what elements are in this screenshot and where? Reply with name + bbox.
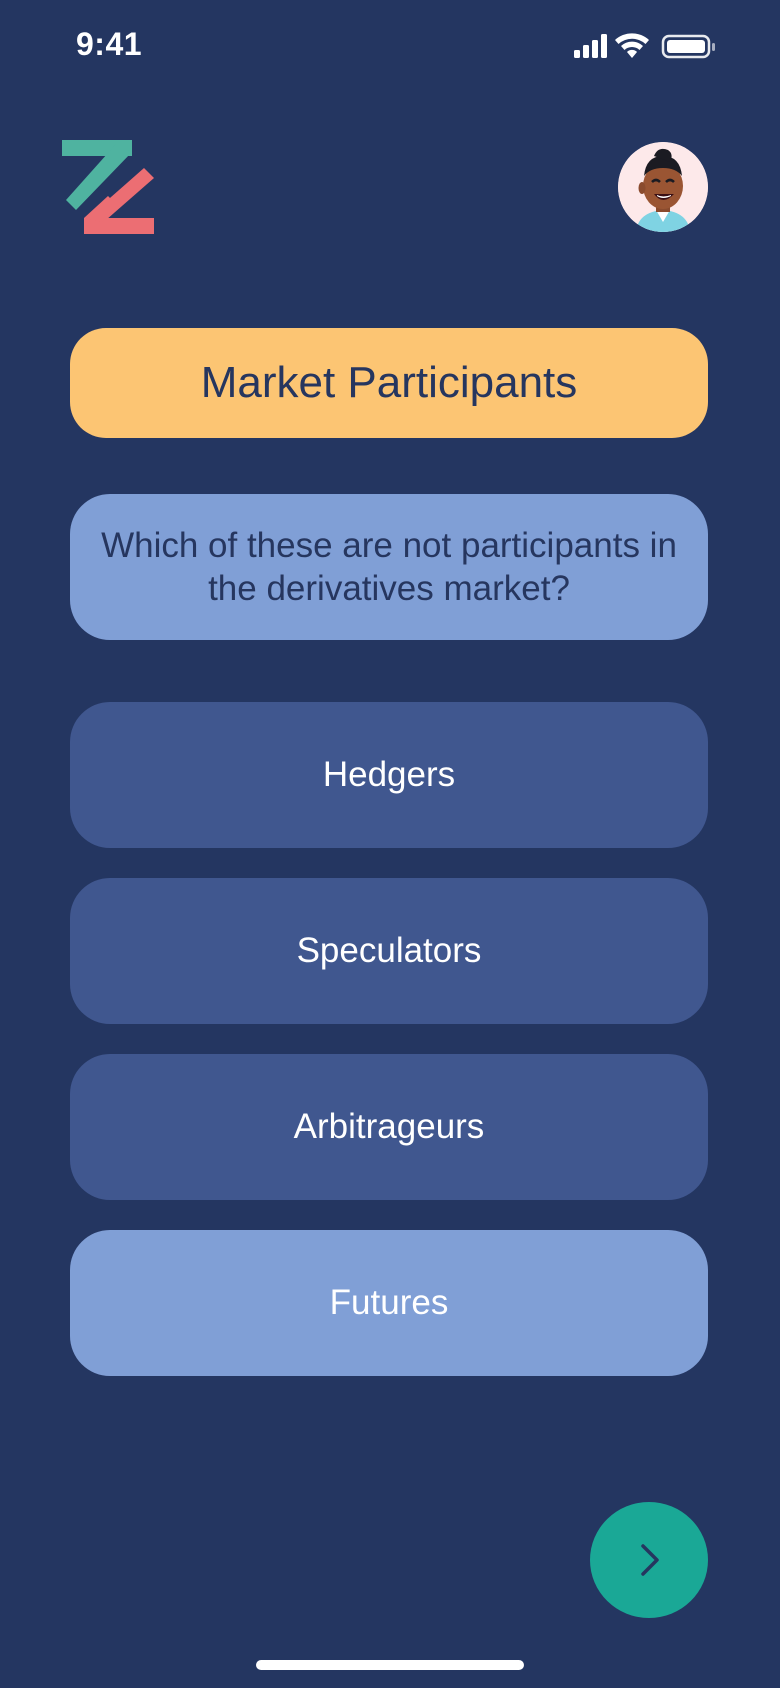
answer-option-label: Speculators [296,931,482,970]
answer-option-futures[interactable]: Futures [70,1230,708,1376]
battery-icon [661,34,715,59]
answer-option-label: Futures [329,1283,449,1322]
question-text: Which of these are not participants in t… [101,526,677,608]
answer-option-label: Arbitrageurs [293,1107,485,1146]
cellular-signal-icon [574,34,607,58]
home-indicator[interactable] [256,1660,524,1670]
status-bar: 9:41 [0,0,780,90]
topic-title: Market Participants [200,358,578,407]
wifi-icon [615,33,649,58]
user-avatar[interactable] [618,142,708,232]
chevron-right-icon [641,1544,659,1576]
answer-option-speculators[interactable]: Speculators [70,878,708,1024]
z-logo [62,140,154,234]
answer-option-arbitrageurs[interactable]: Arbitrageurs [70,1054,708,1200]
next-button[interactable] [590,1502,708,1618]
avatar-illustration [618,142,708,232]
logo-red-stroke [84,218,154,234]
answer-option-label: Hedgers [322,755,456,794]
status-time: 9:41 [76,26,143,62]
question-card: Which of these are not participants in t… [70,494,708,640]
answer-option-hedgers[interactable]: Hedgers [70,702,708,848]
status-icons [574,33,715,59]
topic-title-pill: Market Participants [70,328,708,438]
